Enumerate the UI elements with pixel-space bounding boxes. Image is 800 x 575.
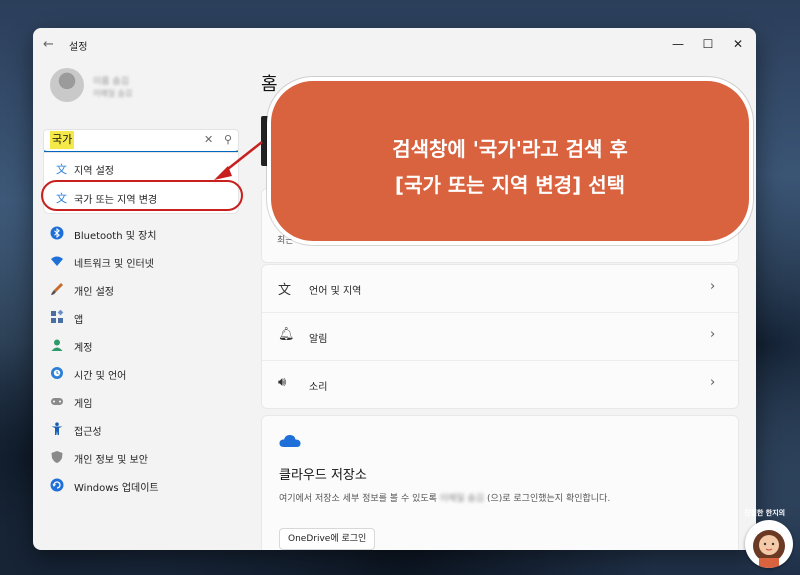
brush-icon [50,282,64,296]
sidebar-item-accessibility[interactable]: 접근성 [45,418,245,442]
search-icon[interactable]: ⚲ [224,133,232,146]
cloud-desc-part: (으)로 로그인했는지 확인합니다. [486,494,611,504]
callout-line-1: 검색창에 '국가'라고 검색 후 [392,137,628,161]
search-input-value: 국가 [50,131,75,149]
suggestion-region-settings[interactable]: ⽂ 지역 설정 [44,155,240,183]
gamepad-icon [50,394,64,408]
page-title: 홈 [261,74,278,95]
apps-icon [50,309,64,324]
profile-email: 이메일 숨김 [93,89,133,98]
bluetooth-icon [50,226,64,240]
sidebar-item-label: Bluetooth 및 장치 [74,231,157,242]
chevron-right-icon: › [710,375,716,390]
sidebar-item-label: 시간 및 언어 [74,371,127,382]
back-button[interactable]: ← [43,37,54,52]
row-notifications[interactable]: 🔔︎ 알림 › [262,313,740,361]
user-profile[interactable]: 이름 숨김 이메일 숨김 [45,68,245,108]
chevron-right-icon: › [710,327,716,342]
sidebar-item-personalization[interactable]: 개인 설정 [45,278,245,302]
minimize-button[interactable]: — [663,34,693,54]
mascot-avatar [745,520,793,568]
row-label: 알림 [309,334,328,345]
hidden-email: 이메일 숨김 [439,494,485,504]
clock-globe-icon [50,366,64,380]
sidebar-item-label: 게임 [74,399,93,410]
search-input[interactable]: 국가 ✕ ⚲ [43,129,239,153]
avatar [50,68,84,102]
close-button[interactable]: ✕ [723,34,753,54]
region-settings-icon: ⽂ [56,163,67,176]
accessibility-icon [50,422,64,436]
sidebar-item-label: 앱 [74,315,84,326]
clear-icon[interactable]: ✕ [204,133,213,146]
cloud-storage-title: 클라우드 저장소 [279,468,367,483]
cloud-desc-part: 여기에서 저장소 세부 정보를 볼 수 있도록 [279,494,437,504]
cloud-storage-card: 클라우드 저장소 여기에서 저장소 세부 정보를 볼 수 있도록 이메일 숨김 … [261,415,739,550]
sidebar-item-accounts[interactable]: 계정 [45,334,245,358]
sidebar-item-apps[interactable]: 앱 [45,306,245,330]
onedrive-cloud-icon [279,434,301,447]
sidebar-item-network[interactable]: 네트워크 및 인터넷 [45,250,245,274]
speaker-icon: 🔊︎ [278,375,287,390]
sidebar-item-label: Windows 업데이트 [74,483,159,494]
maximize-button[interactable]: ☐ [693,34,723,54]
recommended-settings-card: ⽂ 언어 및 지역 › 🔔︎ 알림 › 🔊︎ 소리 › [261,264,740,409]
row-language-region[interactable]: ⽂ 언어 및 지역 › [262,265,740,313]
sidebar-item-label: 네트워크 및 인터넷 [74,259,154,270]
title-bar: ← 설정 — ☐ ✕ [33,28,756,60]
chevron-right-icon: › [710,279,716,294]
cloud-storage-description: 여기에서 저장소 세부 정보를 볼 수 있도록 이메일 숨김 (으)로 로그인했… [279,491,610,504]
sidebar-item-windows-update[interactable]: Windows 업데이트 [45,474,245,498]
callout-line-2: [국가 또는 지역 변경] 선택 [394,173,626,197]
sidebar-item-label: 계정 [74,343,93,354]
sidebar-item-label: 접근성 [74,427,102,438]
row-sound[interactable]: 🔊︎ 소리 › [262,361,740,409]
onedrive-signin-button[interactable]: OneDrive에 로그인 [279,528,376,550]
row-label: 소리 [309,382,328,393]
window-title: 설정 [69,42,88,53]
highlight-ring [41,180,243,211]
shield-icon [50,450,64,464]
sidebar-item-gaming[interactable]: 게임 [45,390,245,414]
sidebar-item-label: 개인 정보 및 보안 [74,455,148,466]
sidebar-item-label: 개인 설정 [74,287,114,298]
account-icon [50,338,64,352]
bell-icon: 🔔︎ [278,327,295,342]
row-label: 언어 및 지역 [309,286,362,297]
instruction-callout: 검색창에 '국가'라고 검색 후 [국가 또는 지역 변경] 선택 [267,77,753,245]
wifi-icon [50,254,64,268]
suggestion-label: 지역 설정 [74,166,114,177]
language-icon: ⽂ [278,283,292,298]
update-icon [50,478,64,492]
sidebar-item-bluetooth[interactable]: Bluetooth 및 장치 [45,222,245,246]
sidebar-item-time-language[interactable]: 시간 및 언어 [45,362,245,386]
sidebar-item-privacy[interactable]: 개인 정보 및 보안 [45,446,245,470]
profile-name: 이름 숨김 [93,77,129,87]
mascot-label: 친절한 한지의 [744,509,786,517]
